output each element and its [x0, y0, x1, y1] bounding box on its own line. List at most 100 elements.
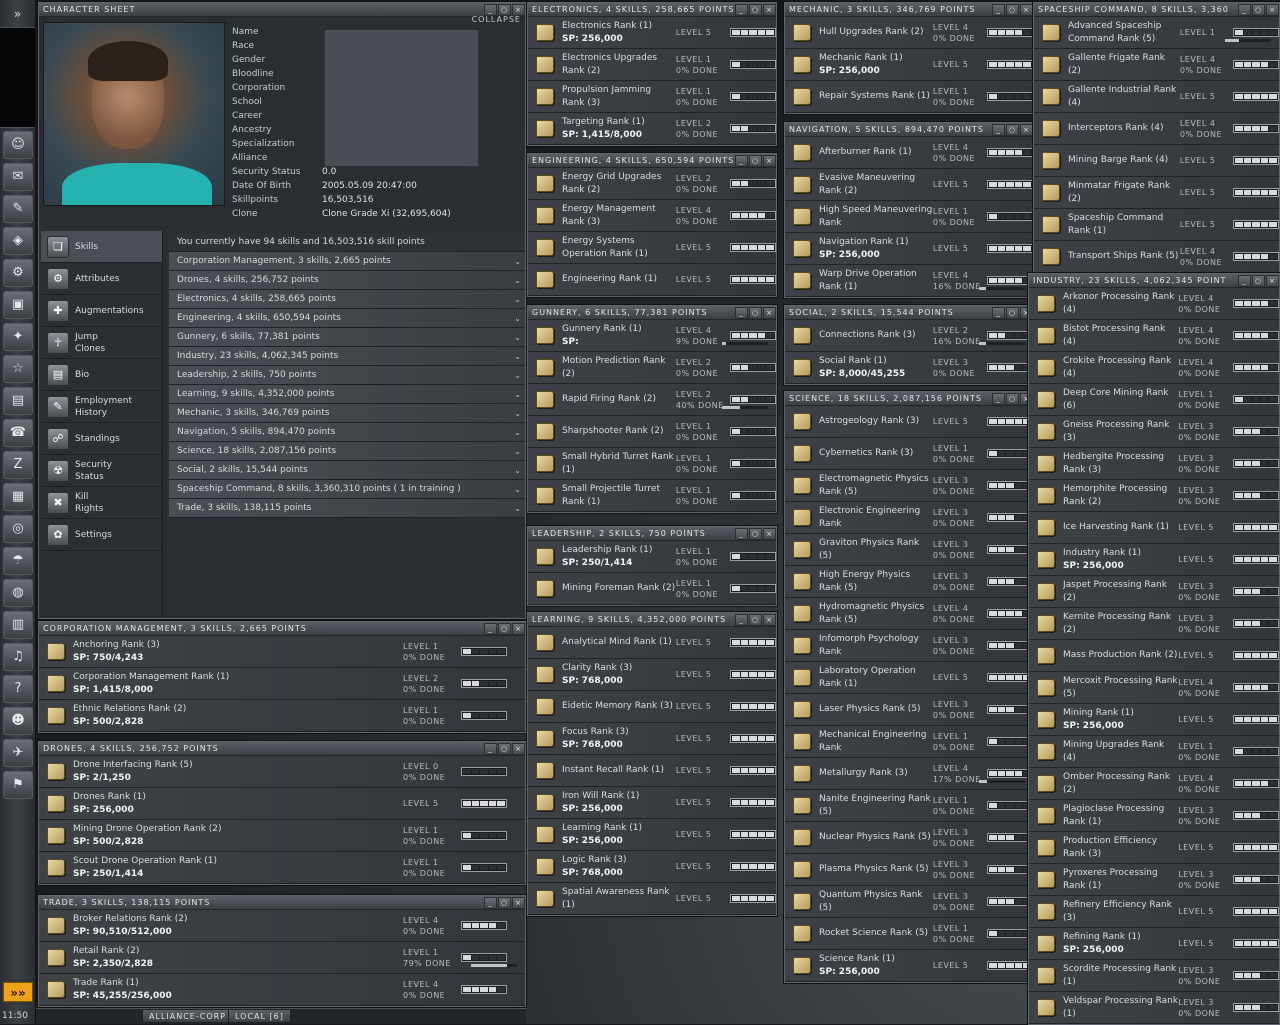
skill-row[interactable]: Sharpshooter Rank (2) LEVEL 1 0% DONE	[528, 416, 776, 448]
pin-icon[interactable]: ○	[1252, 274, 1265, 287]
neocom-button-14-icon[interactable]: ◍	[3, 579, 33, 607]
skill-row[interactable]: Bistot Processing Rank (4) LEVEL 4 0% DONE	[1029, 320, 1279, 352]
skill-group-row[interactable]: Spaceship Command, 8 skills, 3,360,310 p…	[169, 480, 525, 499]
minimize-icon[interactable]: _	[992, 392, 1005, 405]
skill-window-header[interactable]: CORPORATION MANAGEMENT, 3 SKILLS, 2,665 …	[39, 622, 525, 636]
skill-row[interactable]: Afterburner Rank (1) LEVEL 4 0% DONE	[785, 137, 1033, 169]
skill-group-row[interactable]: Drones, 4 skills, 256,752 points ⌄	[169, 271, 525, 290]
skill-row[interactable]: Spaceship Command Rank (1) LEVEL 5	[1034, 209, 1279, 241]
skill-row[interactable]: Motion Prediction Rank (2) LEVEL 2 0% DONE	[528, 352, 776, 384]
skill-window-header[interactable]: NAVIGATION, 5 SKILLS, 894,470 POINTS _ ○ ×	[785, 123, 1033, 137]
skill-window-header[interactable]: SOCIAL, 2 SKILLS, 15,544 POINTS _ ○ ×	[785, 306, 1033, 320]
minimize-icon[interactable]: _	[1238, 274, 1251, 287]
skill-row[interactable]: Hemorphite Processing Rank (2) LEVEL 3 0% …	[1029, 480, 1279, 512]
skill-row[interactable]: Gneiss Processing Rank (3) LEVEL 3 0% DONE	[1029, 416, 1279, 448]
neocom-button-1-icon[interactable]: ✉	[3, 163, 33, 191]
sidebar-item-augmentations[interactable]: ✚ Augmentations	[41, 295, 162, 327]
skill-row[interactable]: Mercoxit Processing Rank (5) LEVEL 4 0% DO…	[1029, 672, 1279, 704]
skill-row[interactable]: High Speed Maneuvering Rank LEVEL 1 0% DON…	[785, 201, 1033, 233]
skill-window-header[interactable]: DRONES, 4 SKILLS, 256,752 POINTS _ ○ ×	[39, 742, 525, 756]
sidebar-item-settings[interactable]: ✿ Settings	[41, 519, 162, 551]
skill-row[interactable]: Crokite Processing Rank (4) LEVEL 4 0% DON…	[1029, 352, 1279, 384]
skill-row[interactable]: Energy Management Rank (3) LEVEL 4 0% DONE	[528, 200, 776, 232]
skill-row[interactable]: Graviton Physics Rank (5) LEVEL 3 0% DONE	[785, 534, 1033, 566]
pin-icon[interactable]: ○	[498, 742, 511, 755]
pin-icon[interactable]: ○	[1252, 3, 1265, 16]
minimize-icon[interactable]: _	[484, 622, 497, 635]
close-icon[interactable]: ×	[512, 622, 525, 635]
sidebar-item-attributes[interactable]: ⚙ Attributes	[41, 263, 162, 295]
pin-icon[interactable]: ○	[1006, 123, 1019, 136]
skill-row[interactable]: Gallente Frigate Rank (2) LEVEL 4 0% DONE	[1034, 49, 1279, 81]
skill-row[interactable]: Industry Rank (1) SP: 256,000 LEVEL 5	[1029, 544, 1279, 576]
chevron-down-icon[interactable]: ⌄	[514, 423, 521, 442]
skill-row[interactable]: Advanced Spaceship Command Rank (5) LEVEL…	[1034, 17, 1279, 49]
neocom-button-19-icon[interactable]: ✈	[3, 739, 33, 767]
skill-row[interactable]: Laboratory Operation Rank (1) LEVEL 5	[785, 662, 1033, 694]
minimize-icon[interactable]: _	[992, 3, 1005, 16]
skill-row[interactable]: Mining Upgrades Rank (4) LEVEL 1 0% DONE	[1029, 736, 1279, 768]
pin-icon[interactable]: ○	[749, 527, 762, 540]
skill-row[interactable]: Drone Interfacing Rank (5) SP: 2/1,250 LEV…	[39, 756, 525, 788]
skill-row[interactable]: Energy Grid Upgrades Rank (2) LEVEL 2 0% D…	[528, 168, 776, 200]
close-icon[interactable]: ×	[1266, 3, 1279, 16]
skill-row[interactable]: Mining Barge Rank (4) LEVEL 5	[1034, 145, 1279, 177]
skill-row[interactable]: Nanite Engineering Rank (5) LEVEL 1 0% DON…	[785, 790, 1033, 822]
skill-window-header[interactable]: GUNNERY, 6 SKILLS, 77,381 POINTS _ ○ ×	[528, 306, 776, 320]
skill-row[interactable]: Hydromagnetic Physics Rank (5) LEVEL 4 0% …	[785, 598, 1033, 630]
skill-row[interactable]: Retail Rank (2) SP: 2,350/2,828 LEVEL 1 79%…	[39, 942, 525, 974]
skill-row[interactable]: Engineering Rank (1) LEVEL 5	[528, 264, 776, 296]
skill-row[interactable]: Anchoring Rank (3) SP: 750/4,243 LEVEL 1 0%…	[39, 636, 525, 668]
pin-icon[interactable]: ○	[1006, 3, 1019, 16]
skill-row[interactable]: Ethnic Relations Rank (2) SP: 500/2,828 LE…	[39, 700, 525, 732]
neocom-button-20-icon[interactable]: ⚑	[3, 771, 33, 799]
skill-row[interactable]: Mining Drone Operation Rank (2) SP: 500/2…	[39, 820, 525, 852]
skill-window-header[interactable]: INDUSTRY, 23 SKILLS, 4,062,345 POINT _ ○ ×	[1029, 274, 1279, 288]
skill-row[interactable]: Refinery Efficiency Rank (3) LEVEL 5	[1029, 896, 1279, 928]
skill-row[interactable]: Electronic Engineering Rank LEVEL 3 0% DON…	[785, 502, 1033, 534]
chevron-down-icon[interactable]: ⌄	[514, 271, 521, 290]
skill-row[interactable]: Mining Rank (1) SP: 256,000 LEVEL 5	[1029, 704, 1279, 736]
skill-row[interactable]: Arkonor Processing Rank (4) LEVEL 4 0% DON…	[1029, 288, 1279, 320]
close-icon[interactable]: ×	[1266, 274, 1279, 287]
skill-row[interactable]: Clarity Rank (3) SP: 768,000 LEVEL 5	[528, 659, 776, 691]
minimize-icon[interactable]: _	[484, 742, 497, 755]
close-icon[interactable]: ×	[763, 306, 776, 319]
skill-group-row[interactable]: Electronics, 4 skills, 258,665 points ⌄	[169, 290, 525, 309]
skill-row[interactable]: Spatial Awareness Rank (1) LEVEL 5	[528, 883, 776, 915]
close-icon[interactable]: ×	[1020, 123, 1033, 136]
skill-row[interactable]: Analytical Mind Rank (1) LEVEL 5	[528, 627, 776, 659]
neocom-button-17-icon[interactable]: ?	[3, 675, 33, 703]
skill-row[interactable]: Connections Rank (3) LEVEL 2 16% DONE	[785, 320, 1033, 352]
skill-row[interactable]: Rapid Firing Rank (2) LEVEL 2 40% DONE	[528, 384, 776, 416]
skill-row[interactable]: Omber Processing Rank (2) LEVEL 4 0% DONE	[1029, 768, 1279, 800]
collapse-button[interactable]: COLLAPSE	[472, 15, 521, 24]
skill-row[interactable]: Focus Rank (3) SP: 768,000 LEVEL 5	[528, 723, 776, 755]
skill-row[interactable]: Electronics Rank (1) SP: 256,000 LEVEL 5	[528, 17, 776, 49]
skill-row[interactable]: Propulsion Jamming Rank (3) LEVEL 1 0% DON…	[528, 81, 776, 113]
neocom-button-15-icon[interactable]: ▥	[3, 611, 33, 639]
skill-row[interactable]: Logic Rank (3) SP: 768,000 LEVEL 5	[528, 851, 776, 883]
minimize-icon[interactable]: _	[992, 306, 1005, 319]
close-icon[interactable]: ×	[1020, 3, 1033, 16]
skill-row[interactable]: Navigation Rank (1) SP: 256,000 LEVEL 5	[785, 233, 1033, 265]
minimize-icon[interactable]: _	[992, 123, 1005, 136]
skill-window-header[interactable]: SPACESHIP COMMAND, 8 SKILLS, 3,360 _ ○ ×	[1034, 3, 1279, 17]
skill-group-row[interactable]: Science, 18 skills, 2,087,156 points ⌄	[169, 442, 525, 461]
skill-row[interactable]: Energy Systems Operation Rank (1) LEVEL 5	[528, 232, 776, 264]
skill-row[interactable]: Kernite Processing Rank (2) LEVEL 3 0% DON…	[1029, 608, 1279, 640]
sidebar-item-kill-rights[interactable]: ✖ Kill Rights	[41, 487, 162, 519]
skill-row[interactable]: Laser Physics Rank (5) LEVEL 3 0% DONE	[785, 694, 1033, 726]
skill-group-row[interactable]: Learning, 9 skills, 4,352,000 points ⌄	[169, 385, 525, 404]
pin-icon[interactable]: ○	[498, 896, 511, 909]
chevron-down-icon[interactable]: ⌄	[514, 366, 521, 385]
skill-row[interactable]: Mechanic Rank (1) SP: 256,000 LEVEL 5	[785, 49, 1033, 81]
character-sheet-header[interactable]: CHARACTER SHEET _ ○ ×	[39, 3, 525, 17]
sidebar-item-jump-clones[interactable]: ☥ Jump Clones	[41, 327, 162, 359]
skill-group-row[interactable]: Corporation Management, 3 skills, 2,665 …	[169, 252, 525, 271]
neocom-button-8-icon[interactable]: ▤	[3, 387, 33, 415]
skill-row[interactable]: Veldspar Processing Rank (1) LEVEL 3 0% DO…	[1029, 992, 1279, 1024]
skill-group-row[interactable]: Mechanic, 3 skills, 346,769 points ⌄	[169, 404, 525, 423]
minimize-icon[interactable]: _	[735, 527, 748, 540]
chevron-down-icon[interactable]: ⌄	[514, 480, 521, 499]
